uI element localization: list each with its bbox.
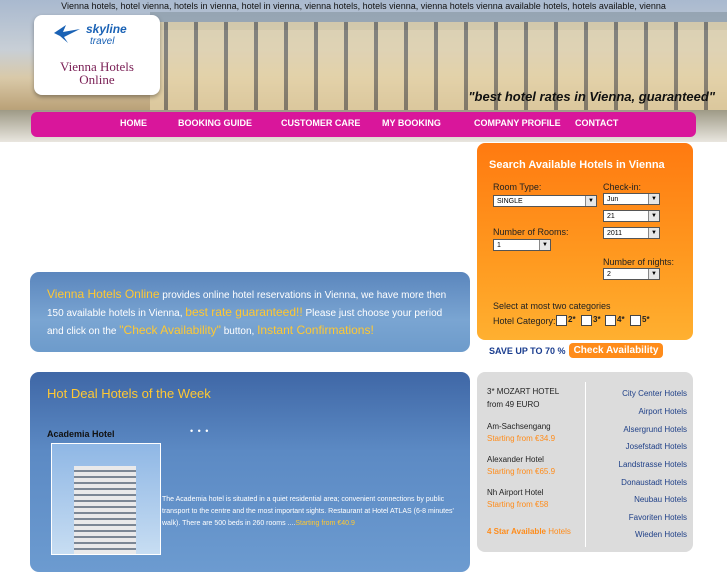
chevron-down-icon: ▼ xyxy=(539,240,550,250)
palace-image xyxy=(150,22,727,122)
district-link-airport[interactable]: Airport Hotels xyxy=(639,407,687,416)
categories-note: Select at most two categories xyxy=(493,301,611,311)
check-availability-button[interactable]: Check Availability xyxy=(569,343,663,358)
nav-customer-care[interactable]: CUSTOMER CARE xyxy=(281,118,360,128)
logo-brand-sub: travel xyxy=(90,36,115,47)
four-star-bold: 4 Star Available xyxy=(487,527,546,536)
district-link-city-center[interactable]: City Center Hotels xyxy=(622,389,687,398)
four-star-rest: Hotels xyxy=(546,527,571,536)
intro-text-3: button, xyxy=(220,326,258,337)
checkin-day-select[interactable]: 21 ▼ xyxy=(603,210,660,222)
rooms-label: Number of Rooms: xyxy=(493,227,569,237)
category-5-star-checkbox[interactable] xyxy=(630,315,641,326)
deal-price[interactable]: Starting from €40.9 xyxy=(295,520,355,527)
logo-title: Vienna Hotels Online xyxy=(34,60,160,86)
intro-highlight-rate: best rate guaranteed!! xyxy=(185,305,303,319)
hotel-link-mozart[interactable]: 3* MOZART HOTEL xyxy=(487,387,559,396)
main-nav: HOME BOOKING GUIDE CUSTOMER CARE MY BOOK… xyxy=(31,112,696,137)
chevron-down-icon: ▼ xyxy=(648,194,659,204)
room-type-value: SINGLE xyxy=(497,198,523,205)
logo-title-line2: Online xyxy=(79,72,115,87)
nav-company-profile[interactable]: COMPANY PROFILE xyxy=(474,118,561,128)
hot-deals-panel: Hot Deal Hotels of the Week Academia Hot… xyxy=(30,372,470,572)
chevron-down-icon: ▼ xyxy=(648,228,659,238)
nights-value: 2 xyxy=(607,271,611,278)
hotel-link-am-sachsengang[interactable]: Am-Sachsengang xyxy=(487,422,551,431)
search-panel: Search Available Hotels in Vienna Room T… xyxy=(477,143,693,340)
nav-home[interactable]: HOME xyxy=(120,118,147,128)
checkin-label: Check-in: xyxy=(603,182,642,192)
district-link-donaustadt[interactable]: Donaustadt Hotels xyxy=(621,478,687,487)
save-text: SAVE UP TO 70 % xyxy=(489,346,566,356)
hot-deals-title: Hot Deal Hotels of the Week xyxy=(47,386,211,401)
deal-hotel-photo[interactable] xyxy=(51,443,161,555)
deal-dots: • • • xyxy=(190,426,210,436)
hotels-box: 3* MOZART HOTEL from 49 EURO Am-Sachseng… xyxy=(477,372,693,552)
category-4-star-label: 4* xyxy=(617,315,625,324)
district-link-wieden[interactable]: Wieden Hotels xyxy=(635,530,687,539)
category-4-star-checkbox[interactable] xyxy=(605,315,616,326)
district-link-neubau[interactable]: Neubau Hotels xyxy=(634,495,687,504)
nights-label: Number of nights: xyxy=(603,257,675,267)
checkin-month-value: Jun xyxy=(607,196,619,203)
nav-my-booking[interactable]: MY BOOKING xyxy=(382,118,441,128)
hotel-am-sachsengang-price: Starting from €34.9 xyxy=(487,434,556,443)
checkin-month-select[interactable]: Jun ▼ xyxy=(603,193,660,205)
checkin-year-select[interactable]: 2011 ▼ xyxy=(603,227,660,239)
chevron-down-icon: ▼ xyxy=(585,196,596,206)
category-label: Hotel Category: xyxy=(493,316,556,326)
district-link-alsergrund[interactable]: Alsergrund Hotels xyxy=(623,425,687,434)
header-keywords: Vienna hotels, hotel vienna, hotels in v… xyxy=(61,1,666,11)
hotel-link-alexander[interactable]: Alexander Hotel xyxy=(487,455,544,464)
hotel-building-image xyxy=(74,466,136,554)
rooms-value: 1 xyxy=(497,242,501,249)
district-link-josefstadt[interactable]: Josefstadt Hotels xyxy=(626,442,687,451)
category-3-star-label: 3* xyxy=(593,315,601,324)
nav-contact[interactable]: CONTACT xyxy=(575,118,618,128)
four-star-hotels-link[interactable]: 4 Star Available Hotels xyxy=(487,527,571,536)
nights-select[interactable]: 2 ▼ xyxy=(603,268,660,280)
category-2-star-label: 2* xyxy=(568,315,576,324)
hotel-nh-airport-price: Starting from €58 xyxy=(487,500,549,509)
hotels-divider xyxy=(585,382,586,547)
deal-description: The Academia hotel is situated in a quie… xyxy=(162,494,456,530)
chevron-down-icon: ▼ xyxy=(648,269,659,279)
chevron-down-icon: ▼ xyxy=(648,211,659,221)
hotel-link-nh-airport[interactable]: Nh Airport Hotel xyxy=(487,488,543,497)
rooms-select[interactable]: 1 ▼ xyxy=(493,239,551,251)
deal-hotel-name[interactable]: Academia Hotel xyxy=(47,429,115,439)
category-2-star-checkbox[interactable] xyxy=(556,315,567,326)
nav-booking-guide[interactable]: BOOKING GUIDE xyxy=(178,118,252,128)
category-5-star-label: 5* xyxy=(642,315,650,324)
intro-highlight-instant: Instant Confirmations! xyxy=(257,323,374,337)
hotel-mozart-price: from 49 EURO xyxy=(487,400,540,409)
hotel-alexander-price: Starting from €65.9 xyxy=(487,467,556,476)
tagline: "best hotel rates in Vienna, guaranteed" xyxy=(468,89,715,104)
intro-panel: Vienna Hotels Online provides online hot… xyxy=(30,272,470,352)
intro-highlight-check: "Check Availability" xyxy=(119,323,221,337)
district-link-favoriten[interactable]: Favoriten Hotels xyxy=(629,513,687,522)
swallow-icon xyxy=(54,25,80,43)
district-link-landstrasse[interactable]: Landstrasse Hotels xyxy=(619,460,687,469)
intro-brand: Vienna Hotels Online xyxy=(47,287,160,301)
site-logo[interactable]: skyline travel Vienna Hotels Online xyxy=(34,15,160,95)
checkin-year-value: 2011 xyxy=(607,230,623,237)
room-type-label: Room Type: xyxy=(493,182,542,192)
checkin-day-value: 21 xyxy=(607,213,615,220)
search-title: Search Available Hotels in Vienna xyxy=(489,159,665,171)
logo-brand: skyline xyxy=(86,22,127,36)
intro-text: Vienna Hotels Online provides online hot… xyxy=(47,286,457,340)
category-3-star-checkbox[interactable] xyxy=(581,315,592,326)
room-type-select[interactable]: SINGLE ▼ xyxy=(493,195,597,207)
